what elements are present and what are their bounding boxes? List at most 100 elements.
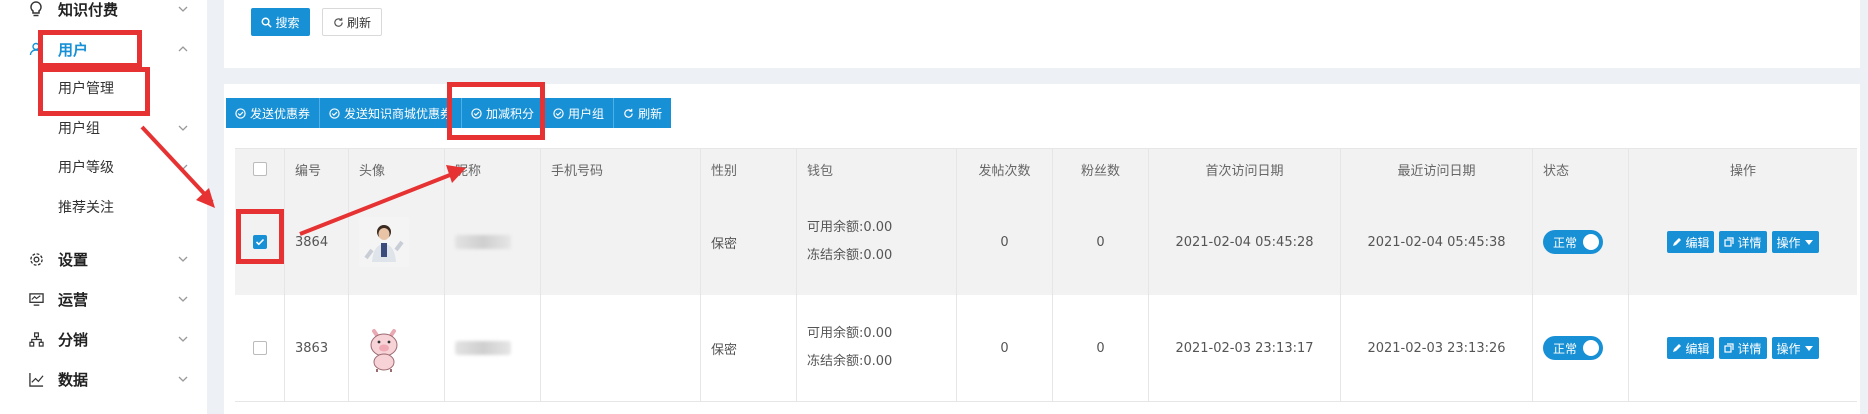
user-id: 3864 [285,189,349,295]
column-header: 最近访问日期 [1341,149,1533,189]
detail-button[interactable]: 详情 [1719,337,1767,359]
copy-icon [1724,237,1735,247]
refresh-icon [624,108,633,118]
pencil-icon [1673,344,1682,352]
search-icon [262,17,273,28]
column-header: 状态 [1533,149,1629,189]
avatar [359,323,409,373]
column-header: 头像 [349,149,445,189]
sidebar-item-label: 运营 [58,290,89,309]
copy-icon [1724,343,1735,353]
more-actions-dropdown[interactable]: 操作 [1771,337,1819,359]
annotation-box-user-menu [38,30,142,68]
row-checkbox[interactable] [252,341,267,355]
check-circle-icon [553,107,564,119]
check-circle-icon [235,107,246,119]
sidebar-item-label: 设置 [58,250,89,269]
avatar [359,217,409,267]
last-visit-date: 2021-02-03 23:13:26 [1341,295,1533,401]
search-button-label: 搜索 [275,15,300,30]
table-row[interactable]: 3864 保密 可用余额:0.00 冻结余额:0.00 0 0 2021-02-… [235,189,1857,296]
column-header: 性别 [701,149,797,189]
wallet-frozen: 冻结余额:0.00 [807,248,893,263]
pencil-icon [1673,238,1682,246]
wallet-frozen: 冻结余额:0.00 [807,354,893,369]
sidebar-item-label: 用户等级 [58,160,114,176]
chevron-down-icon [178,256,188,262]
annotation-box-adjust-points [447,82,545,140]
table-row[interactable]: 3863 保密 可用余额:0.00 冻结余额:0.00 0 0 2021-02-… [235,295,1857,402]
sidebar-item-knowledge[interactable]: 知识付费 [0,0,207,24]
chevron-down-icon [178,6,188,12]
column-header: 钱包 [797,149,957,189]
check-circle-icon [329,107,340,119]
row-actions: 编辑 详情 操作 [1667,231,1819,253]
phone-cell [541,295,701,401]
column-header: 昵称 [445,149,541,189]
detail-button[interactable]: 详情 [1719,231,1767,253]
sidebar-item-data[interactable]: 数据 [0,364,207,394]
chevron-up-icon [178,46,188,52]
send-coupon-button[interactable]: 发送优惠券 [226,98,321,128]
first-visit-date: 2021-02-04 05:45:28 [1149,189,1341,295]
user-group-button[interactable]: 用户组 [544,98,615,128]
sidebar-item-user-level[interactable]: 用户等级 [0,152,207,182]
chart-icon [28,371,44,387]
last-visit-date: 2021-02-04 05:45:38 [1341,189,1533,295]
refresh-button-label: 刷新 [346,15,371,30]
post-count: 0 [957,295,1053,401]
refresh-button[interactable]: 刷新 [322,8,382,36]
select-all-checkbox[interactable] [252,162,267,176]
chevron-down-icon [178,164,188,170]
sidebar-item-label: 用户组 [58,121,100,137]
column-header: 操作 [1729,163,1756,179]
toolbar-refresh-button[interactable]: 刷新 [614,98,672,128]
monitor-icon [28,291,44,307]
nickname-redacted [455,235,511,249]
nickname-redacted [455,341,511,355]
first-visit-date: 2021-02-03 23:13:17 [1149,295,1341,401]
edit-button[interactable]: 编辑 [1667,337,1715,359]
more-actions-dropdown[interactable]: 操作 [1771,231,1819,253]
chevron-down-icon [178,336,188,342]
status-toggle[interactable]: 正常 [1543,230,1603,254]
phone-cell [541,189,701,295]
lightbulb-icon [28,1,44,17]
wallet: 可用余额:0.00 冻结余额:0.00 [807,220,892,264]
post-count: 0 [957,189,1053,295]
sidebar-scrollbar[interactable] [207,0,223,414]
column-header: 发帖次数 [957,149,1053,189]
sidebar-item-recommend-follow[interactable]: 推荐关注 [0,192,207,222]
column-header: 粉丝数 [1053,149,1149,189]
sidebar-item-distribution[interactable]: 分销 [0,324,207,354]
table-header: 编号 头像 昵称 手机号码 性别 钱包 发帖次数 粉丝数 首次访问日期 最近访问… [235,148,1857,190]
column-header: 编号 [285,149,349,189]
user-id: 3863 [285,295,349,401]
search-panel [224,0,1860,68]
sidebar-item-label: 数据 [58,370,89,389]
refresh-icon [334,17,343,27]
caret-down-icon [1804,346,1813,351]
search-button[interactable]: 搜索 [251,8,310,36]
gender: 保密 [701,189,797,295]
sidebar-item-settings[interactable]: 设置 [0,244,207,274]
caret-down-icon [1804,240,1813,245]
column-header: 手机号码 [541,149,701,189]
edit-button[interactable]: 编辑 [1667,231,1715,253]
status-toggle[interactable]: 正常 [1543,336,1603,360]
chevron-down-icon [178,376,188,382]
chevron-down-icon [178,296,188,302]
sidebar-item-label: 知识付费 [58,0,119,19]
sidebar-item-operation[interactable]: 运营 [0,284,207,314]
sidebar-item-user-group[interactable]: 用户组 [0,113,207,143]
chevron-down-icon [178,125,188,131]
hierarchy-icon [28,331,44,347]
column-header: 首次访问日期 [1149,149,1341,189]
fans-count: 0 [1053,295,1149,401]
fans-count: 0 [1053,189,1149,295]
gear-icon [28,251,44,267]
gender: 保密 [701,295,797,401]
send-knowledge-coupon-button[interactable]: 发送知识商城优惠券 [320,98,463,128]
wallet-available: 可用余额:0.00 [807,220,893,235]
wallet-available: 可用余额:0.00 [807,326,893,341]
